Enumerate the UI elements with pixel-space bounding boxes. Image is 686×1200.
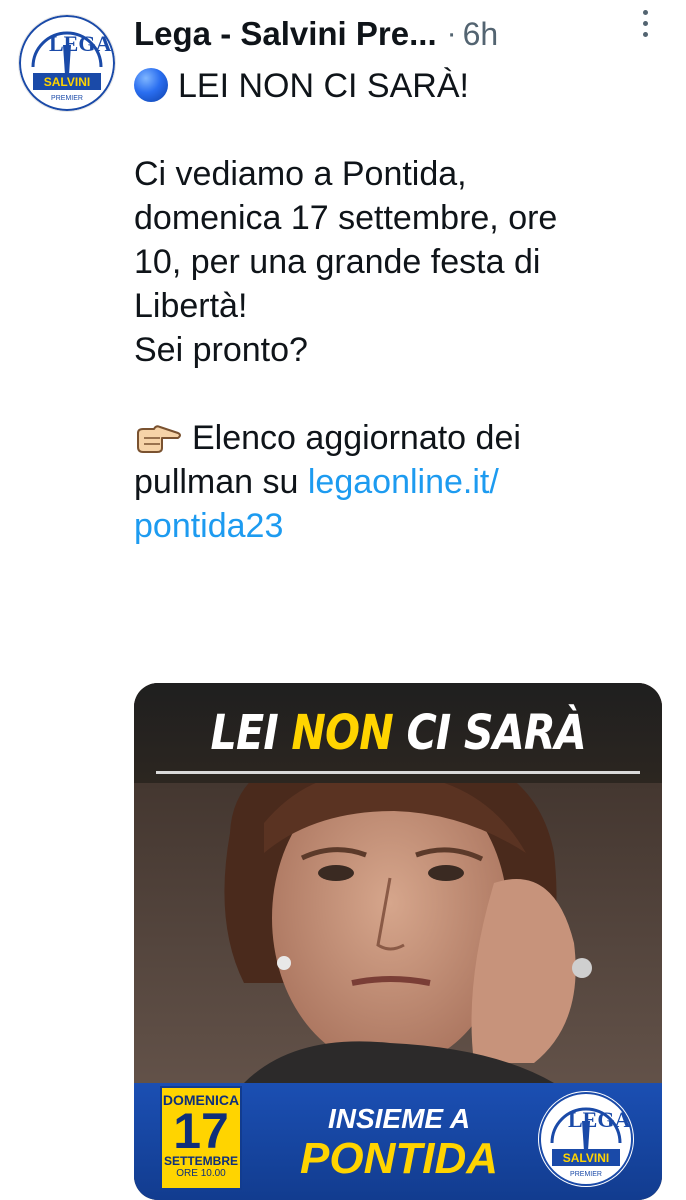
tweet-paragraph-3: Elenco aggiornato dei pullman su legaonl… [134, 416, 664, 548]
date-month: SETTEMBRE [163, 1154, 238, 1168]
author-name[interactable]: Lega - Salvini Pre... [134, 15, 437, 53]
tweet-line: Libertà! [134, 287, 248, 325]
event-title: INSIEME A PONTIDA [284, 1103, 514, 1183]
link-legaonline[interactable]: legaonline.it/ [308, 463, 499, 501]
insieme-text: INSIEME A [327, 1103, 471, 1134]
link-legaonline-cont[interactable]: pontida23 [134, 507, 283, 545]
separator-dot: · [446, 17, 457, 50]
lega-logo-media: LEGA SALVINI PREMIER [538, 1091, 634, 1187]
headline-underline [156, 771, 640, 774]
tweet-line: 10, per una grande festa di [134, 243, 541, 281]
lega-logo-icon: LEGA SALVINI PREMIER [539, 1092, 633, 1186]
lega-logo: LEGA SALVINI PREMIER [19, 15, 115, 111]
headline-part: LEI [210, 705, 292, 761]
headline-banner: LEI NON CI SARÀ [134, 683, 662, 783]
svg-text:PREMIER: PREMIER [51, 95, 83, 102]
event-date-box: DOMENICA 17 SETTEMBRE ORE 10.00 [160, 1086, 242, 1190]
svg-text:SALVINI: SALVINI [563, 1151, 609, 1165]
svg-text:SALVINI: SALVINI [44, 75, 90, 89]
date-time: ORE 10.00 [176, 1168, 226, 1179]
headline-text: LEI NON CI SARÀ [210, 705, 586, 761]
tweet-line-1: LEI NON CI SARÀ! [134, 64, 664, 108]
headline-part: CI SARÀ [392, 705, 586, 761]
headline-highlight: NON [291, 705, 393, 761]
tweet-headline: LEI NON CI SARÀ! [178, 67, 469, 105]
backhand-index-pointing-right-emoji [137, 425, 181, 453]
tweet-media-image[interactable]: LEI NON CI SARÀ DOMENICA 17 SETTEMBRE OR… [134, 683, 662, 1200]
tweet-paragraph-2: Ci vediamo a Pontida, domenica 17 settem… [134, 152, 664, 372]
post-header: Lega - Salvini Pre... · 6h [134, 12, 674, 56]
avatar[interactable]: LEGA SALVINI PREMIER [18, 14, 116, 112]
more-vertical-icon[interactable] [640, 10, 650, 40]
svg-text:PREMIER: PREMIER [570, 1171, 602, 1178]
tweet-line: Ci vediamo a Pontida, [134, 155, 467, 193]
blue-circle-emoji [134, 68, 168, 102]
date-day: 17 [173, 1103, 229, 1159]
tweet-line: pullman su [134, 463, 308, 501]
svg-text:LEGA: LEGA [568, 1107, 630, 1132]
tweet-line: domenica 17 settembre, ore [134, 199, 558, 237]
tweet-text: LEI NON CI SARÀ! Ci vediamo a Pontida, d… [134, 64, 664, 548]
post-time[interactable]: 6h [463, 16, 499, 53]
svg-text:LEGA: LEGA [49, 31, 111, 56]
tweet-line: Elenco aggiornato dei [192, 419, 521, 457]
pontida-text: PONTIDA [300, 1134, 498, 1183]
tweet-line: Sei pronto? [134, 331, 308, 369]
